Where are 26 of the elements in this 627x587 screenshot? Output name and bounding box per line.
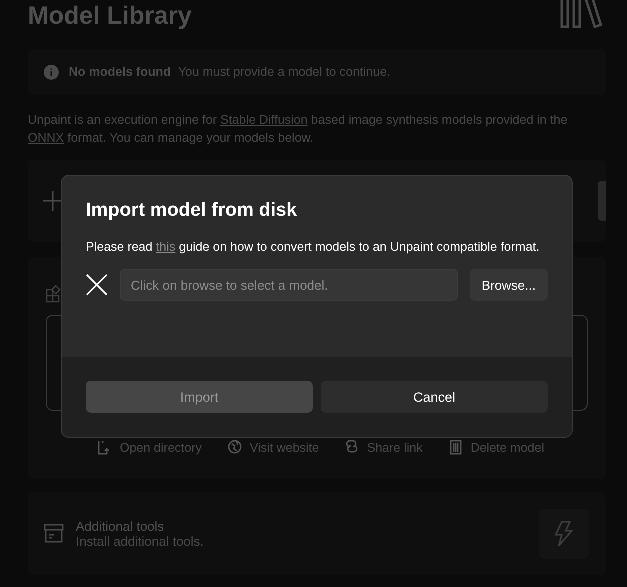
- text-link[interactable]: Stable Diffusion: [220, 113, 308, 127]
- description-text: Unpaint is an execution engine for Stable Diffusion based image synthesis models provided in the ONNX format. You can manage your models below.: [28, 112, 569, 147]
- trash-icon: [448, 440, 463, 455]
- model-path-field[interactable]: Click on browse to select a model.: [120, 269, 458, 301]
- info-icon: [44, 64, 59, 80]
- dialog-title: Import model from disk: [86, 200, 298, 222]
- model-action-button[interactable]: Open directory: [98, 440, 202, 455]
- page-title: Model Library: [28, 1, 192, 32]
- lightning-icon: [554, 520, 574, 546]
- install-button[interactable]: [539, 508, 589, 558]
- model-action-button[interactable]: Visit website: [228, 440, 320, 455]
- globe-icon: [228, 440, 242, 455]
- close-icon[interactable]: [86, 274, 108, 296]
- dialog-text: Please read this guide on how to convert models to an Unpaint compatible format.: [86, 239, 541, 256]
- card-button[interactable]: [598, 181, 606, 221]
- text-link[interactable]: ONNX: [28, 131, 64, 145]
- browse-button[interactable]: Browse...: [470, 269, 548, 301]
- dialog-button[interactable]: Cancel: [321, 381, 548, 413]
- tools-subtitle: Install additional tools.: [76, 534, 205, 548]
- model-action-button[interactable]: Delete model: [448, 440, 544, 455]
- guide-link[interactable]: this: [156, 240, 176, 254]
- tools-title: Additional tools: [76, 518, 166, 534]
- model-action-button[interactable]: Share link: [345, 440, 423, 455]
- archive-icon: [44, 524, 64, 543]
- plus-icon: [42, 190, 64, 212]
- notice-text: No models found You must provide a model to continue.: [69, 65, 390, 79]
